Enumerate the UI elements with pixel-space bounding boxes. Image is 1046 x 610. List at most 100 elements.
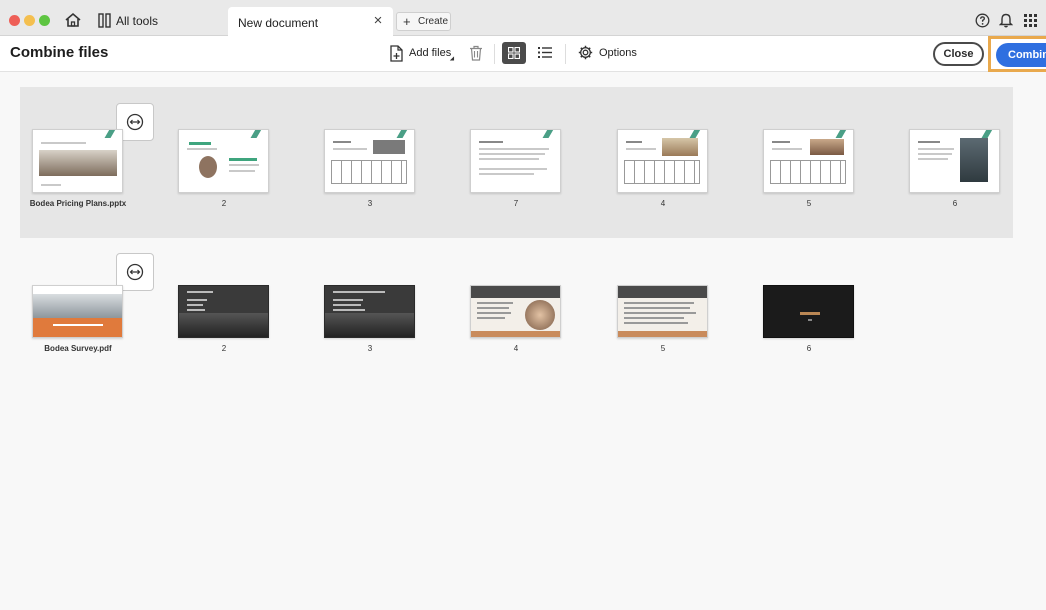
combine-toolbar: Combine files Add files Options Close Co… — [0, 36, 1046, 72]
slide-text — [187, 304, 203, 306]
page-title: Combine files — [10, 44, 109, 61]
options-button[interactable]: Options — [599, 47, 637, 59]
page-thumbnail[interactable] — [617, 129, 708, 193]
slide-image — [525, 300, 555, 330]
slide-text — [808, 319, 812, 321]
trash-icon[interactable] — [469, 45, 483, 61]
slide-text — [918, 153, 952, 155]
page-thumbnail[interactable] — [32, 285, 123, 338]
slide-text — [53, 324, 103, 326]
slide-text — [187, 309, 205, 311]
create-button[interactable]: + Create — [396, 12, 451, 31]
slide-footer — [618, 331, 707, 337]
slide-text — [772, 148, 802, 150]
home-icon[interactable] — [64, 12, 82, 28]
plus-icon: + — [403, 14, 411, 29]
tab-title: New document — [238, 16, 319, 30]
slide-table — [331, 160, 407, 184]
tab-new-document[interactable]: New document × — [228, 7, 393, 36]
page-number: 5 — [660, 344, 666, 353]
toolbar-divider — [494, 44, 495, 64]
slide-text — [189, 142, 211, 145]
window-zoom-dot[interactable] — [39, 15, 50, 26]
title-bar: All tools New document × + Create — [0, 0, 1046, 36]
page-thumbnail[interactable] — [324, 129, 415, 193]
slide-text — [41, 184, 61, 186]
slide-image — [810, 139, 844, 155]
page-number: 2 — [221, 199, 227, 208]
page-thumbnail[interactable] — [470, 129, 561, 193]
close-button[interactable]: Close — [933, 42, 984, 66]
slide-text — [187, 299, 207, 301]
page-thumbnail[interactable] — [324, 285, 415, 338]
slide-text — [624, 322, 688, 324]
slide-text — [477, 317, 505, 319]
page-number: 4 — [513, 344, 519, 353]
slide-image — [199, 156, 217, 178]
combine-highlight: Combine — [988, 36, 1046, 72]
page-number: 4 — [660, 199, 666, 208]
slide-text — [477, 302, 513, 304]
slide-footer — [471, 331, 560, 337]
page-thumbnail[interactable] — [470, 285, 561, 338]
page-number: 6 — [806, 344, 812, 353]
slide-text — [479, 173, 534, 175]
slide-text — [918, 141, 940, 143]
slide-text — [624, 317, 684, 319]
slide-text — [333, 141, 351, 143]
slide-text — [229, 164, 259, 166]
add-file-icon[interactable] — [389, 45, 404, 62]
slide-image — [325, 313, 414, 337]
create-label: Create — [418, 16, 449, 27]
slide-table — [770, 160, 846, 184]
slide-image — [662, 138, 698, 156]
window-close-dot[interactable] — [9, 15, 20, 26]
slide-header — [618, 286, 707, 298]
page-number: 5 — [806, 199, 812, 208]
slide-text — [333, 291, 385, 293]
combine-workspace: Bodea Pricing Plans.pptx 2 3 7 4 5 6 Bod… — [0, 72, 1046, 608]
slide-accent — [689, 130, 703, 138]
slide-accent — [396, 130, 410, 138]
slide-text — [624, 312, 696, 314]
page-number: 3 — [367, 199, 373, 208]
page-thumbnail[interactable] — [32, 129, 123, 193]
page-thumbnail[interactable] — [763, 285, 854, 338]
slide-text — [333, 304, 361, 306]
toolbar-divider — [565, 44, 566, 64]
slide-image — [373, 140, 405, 154]
slide-text — [479, 158, 539, 160]
file-name-caption: Bodea Pricing Plans.pptx — [29, 199, 127, 208]
page-thumbnail[interactable] — [178, 129, 269, 193]
page-thumbnail[interactable] — [178, 285, 269, 338]
tab-close-icon[interactable]: × — [371, 13, 385, 29]
list-view-icon[interactable] — [538, 46, 552, 59]
window-minimize-dot[interactable] — [24, 15, 35, 26]
page-thumbnail[interactable] — [617, 285, 708, 338]
slide-text — [333, 299, 363, 301]
all-tools-icon[interactable] — [98, 13, 112, 28]
apps-grid-icon[interactable] — [1024, 14, 1037, 27]
gear-icon[interactable] — [578, 45, 593, 60]
slide-text — [477, 307, 509, 309]
slide-text — [624, 307, 690, 309]
slide-text — [41, 142, 86, 144]
all-tools-label[interactable]: All tools — [116, 14, 158, 28]
page-thumbnail[interactable] — [763, 129, 854, 193]
help-icon[interactable] — [975, 13, 990, 28]
slide-image — [960, 138, 988, 182]
slide-header — [471, 286, 560, 298]
file-name-caption: Bodea Survey.pdf — [44, 344, 112, 353]
grid-view-button[interactable] — [502, 42, 526, 64]
add-files-button[interactable]: Add files — [409, 47, 451, 59]
slide-text — [479, 168, 547, 170]
combine-button[interactable]: Combine — [996, 43, 1046, 67]
slide-image — [39, 150, 117, 176]
slide-image — [179, 313, 268, 337]
slide-text — [626, 141, 642, 143]
bell-icon[interactable] — [999, 12, 1013, 28]
slide-banner — [33, 318, 122, 337]
slide-text — [800, 312, 820, 315]
page-thumbnail[interactable] — [909, 129, 1000, 193]
slide-text — [187, 148, 217, 150]
